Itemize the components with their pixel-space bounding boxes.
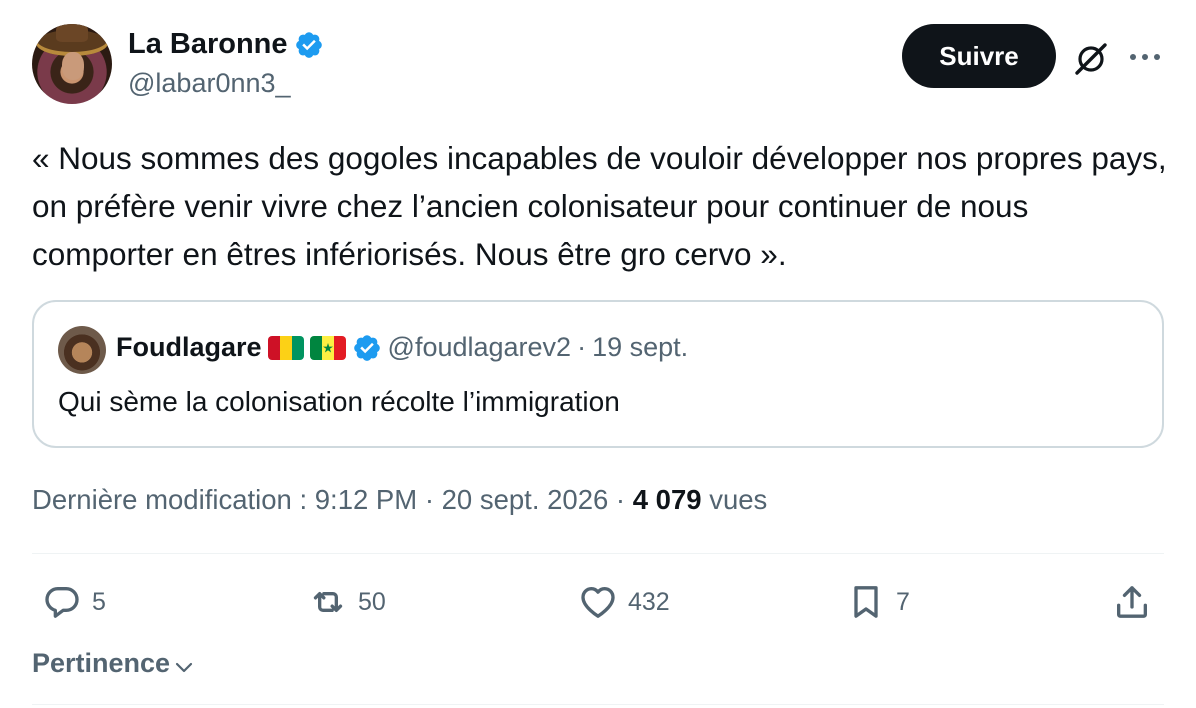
guinea-flag-icon bbox=[267, 335, 304, 360]
grok-icon[interactable] bbox=[1072, 40, 1110, 78]
author-name-row[interactable]: La Baronne bbox=[128, 28, 324, 61]
quoted-separator: · bbox=[577, 332, 587, 362]
retweet-button[interactable]: 50 bbox=[308, 582, 386, 622]
tweet-text: « Nous sommes des gogoles incapables de … bbox=[32, 140, 1167, 272]
quoted-tweet-header: Foudlagare @foudlagarev2 · 19 sept. bbox=[116, 332, 688, 363]
like-button[interactable]: 432 bbox=[578, 582, 670, 622]
bookmark-button[interactable]: 7 bbox=[846, 582, 910, 622]
views-count: 4 079 bbox=[632, 484, 702, 515]
reply-icon bbox=[45, 587, 79, 618]
quoted-author-name: Foudlagare bbox=[116, 332, 262, 362]
bottom-divider bbox=[32, 704, 1164, 705]
retweet-count: 50 bbox=[358, 587, 386, 616]
bookmark-count: 7 bbox=[896, 587, 910, 616]
sort-label: Pertinence bbox=[32, 648, 171, 678]
quoted-tweet-text: Qui sème la colonisation récolte l’immig… bbox=[58, 386, 620, 417]
tweet-meta: Dernière modification : 9:12 PM · 20 sep… bbox=[32, 484, 767, 516]
edited-timestamp[interactable]: Dernière modification : 9:12 PM · 20 sep… bbox=[32, 484, 625, 515]
more-icon[interactable] bbox=[1128, 44, 1162, 70]
like-count: 432 bbox=[628, 587, 670, 616]
quoted-author-handle: @foudlagarev2 bbox=[387, 332, 572, 362]
share-button[interactable] bbox=[1112, 582, 1152, 622]
sort-dropdown[interactable]: Pertinence bbox=[32, 648, 196, 679]
quoted-date: 19 sept. bbox=[592, 332, 689, 362]
quoted-author-avatar bbox=[58, 326, 106, 374]
quoted-verified-badge-icon bbox=[353, 334, 380, 361]
author-avatar[interactable] bbox=[32, 24, 112, 104]
verified-badge-icon bbox=[295, 31, 322, 58]
retweet-icon bbox=[313, 592, 343, 612]
quoted-tweet-card[interactable]: Foudlagare @foudlagarev2 · 19 sept. Qui … bbox=[32, 300, 1164, 448]
chevron-down-icon bbox=[175, 662, 193, 672]
avatar-face bbox=[62, 52, 84, 80]
avatar-hat-top bbox=[56, 24, 88, 42]
reply-button[interactable]: 5 bbox=[42, 582, 106, 622]
bookmark-icon bbox=[854, 586, 878, 618]
follow-button[interactable]: Suivre bbox=[902, 24, 1056, 88]
author-handle[interactable]: @labar0nn3_ bbox=[128, 68, 291, 99]
author-name[interactable]: La Baronne bbox=[128, 28, 288, 61]
divider bbox=[32, 553, 1164, 554]
heart-icon bbox=[581, 587, 615, 618]
views-label: vues bbox=[709, 484, 768, 515]
share-icon bbox=[1117, 586, 1147, 618]
senegal-flag-icon bbox=[309, 335, 346, 360]
reply-count: 5 bbox=[92, 587, 106, 616]
